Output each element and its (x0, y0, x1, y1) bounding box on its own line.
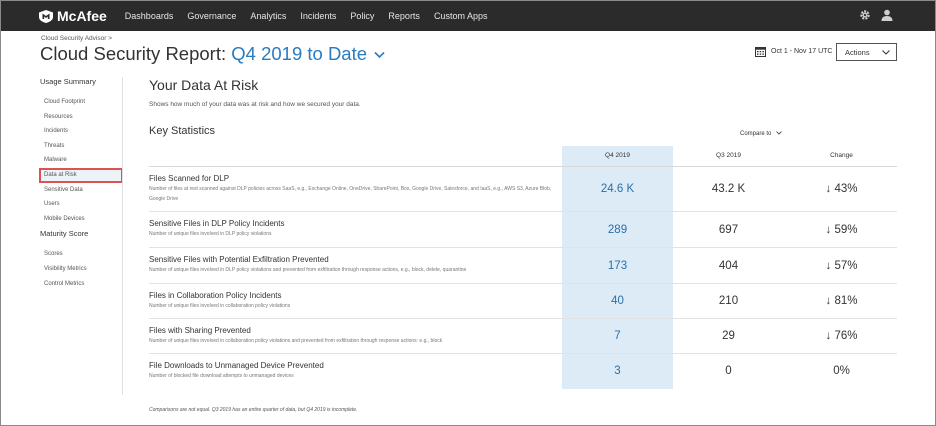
q4-value: 3 (614, 365, 621, 377)
column-header-q3: Q3 2019 (716, 152, 741, 159)
q4-value: 289 (607, 224, 628, 236)
sidebar-item-threats[interactable]: Threats (40, 139, 122, 154)
q3-value: 210 (718, 295, 739, 307)
compare-to-label: Compare to (740, 131, 772, 137)
sidebar-item-malware[interactable]: Malware (40, 153, 122, 168)
app-window: McAfee Dashboards Governance Analytics I… (0, 0, 936, 426)
sidebar-divider (122, 77, 123, 395)
table-row: Files Scanned for DLP Number of files at… (149, 168, 897, 212)
row-title: Sensitive Files in DLP Policy Incidents (149, 219, 285, 228)
nav-dashboards[interactable]: Dashboards (125, 11, 174, 21)
compare-to-dropdown[interactable]: Compare to (740, 131, 782, 137)
row-description: Number of unique files involved in DLP p… (149, 231, 272, 237)
top-nav-bar: McAfee Dashboards Governance Analytics I… (1, 1, 935, 31)
top-icons (859, 9, 893, 21)
nav-policy[interactable]: Policy (350, 11, 374, 21)
change-value: ↓ 81% (825, 295, 858, 307)
change-value: 0% (833, 365, 850, 377)
q3-value: 29 (722, 330, 735, 342)
sidebar-section-maturity-score: Maturity Score (40, 229, 89, 239)
chevron-down-icon (882, 49, 890, 55)
column-header-change: Change (830, 152, 853, 159)
date-range-text: Oct 1 - Nov 17 UTC (771, 48, 833, 55)
q3-value: 404 (718, 260, 739, 272)
q3-value: 0 (725, 365, 732, 377)
table-row: Sensitive Files in DLP Policy Incidents … (149, 212, 897, 248)
row-description: Number of blocked file download attempts… (149, 373, 294, 379)
sidebar-item-data-at-risk[interactable]: Data at Risk (39, 167, 123, 183)
table-header: Q4 2019 Q3 2019 Change (149, 146, 897, 167)
footnote: Comparisons are not equal. Q3 2019 has a… (149, 407, 358, 413)
nav-reports[interactable]: Reports (388, 11, 420, 21)
main-nav: Dashboards Governance Analytics Incident… (125, 11, 502, 21)
nav-custom-apps[interactable]: Custom Apps (434, 11, 488, 21)
chevron-down-icon (374, 52, 385, 59)
column-header-q4: Q4 2019 (605, 152, 630, 159)
key-statistics-heading: Key Statistics (149, 125, 216, 137)
table-row: File Downloads to Unmanaged Device Preve… (149, 354, 897, 389)
table-row: Files with Sharing Prevented Number of u… (149, 319, 897, 354)
row-title: Files Scanned for DLP (149, 174, 230, 183)
sidebar-item-users[interactable]: Users (40, 197, 122, 212)
q3-value: 697 (718, 224, 739, 236)
q4-value: 40 (611, 295, 624, 307)
sidebar-item-visibility-metrics[interactable]: Visibility Metrics (40, 262, 122, 277)
nav-analytics[interactable]: Analytics (250, 11, 286, 21)
change-value: ↓ 76% (825, 330, 858, 342)
q4-value: 173 (607, 260, 628, 272)
sidebar-item-resources[interactable]: Resources (40, 110, 122, 125)
sidebar-item-incidents[interactable]: Incidents (40, 124, 122, 139)
page-title-text: Cloud Security Report: (40, 43, 227, 64)
row-description: Number of unique files involved in colla… (149, 338, 443, 344)
gear-icon[interactable] (859, 9, 871, 21)
q4-value: 7 (614, 330, 621, 342)
calendar-icon (755, 47, 766, 57)
period-dropdown[interactable]: Q4 2019 to Date (231, 43, 385, 64)
sidebar-section-usage-summary: Usage Summary (40, 77, 96, 86)
sidebar-item-sensitive-data[interactable]: Sensitive Data (40, 183, 122, 198)
actions-label: Actions (845, 47, 870, 57)
q3-value: 43.2 K (711, 183, 746, 195)
sidebar-item-cloud-footprint[interactable]: Cloud Footprint (40, 95, 122, 110)
nav-governance[interactable]: Governance (187, 11, 236, 21)
change-value: ↓ 43% (825, 183, 858, 195)
row-description: Number of unique files involved in DLP p… (149, 267, 467, 273)
q4-value: 24.6 K (600, 183, 635, 195)
section-subtitle: Shows how much of your data was at risk … (149, 101, 361, 108)
page-title: Cloud Security Report: Q4 2019 to Date (40, 43, 385, 65)
row-title: Sensitive Files with Potential Exfiltrat… (149, 255, 329, 264)
sidebar-item-scores[interactable]: Scores (40, 247, 122, 262)
change-value: ↓ 59% (825, 224, 858, 236)
table-row: Files in Collaboration Policy Incidents … (149, 284, 897, 319)
sidebar: Usage Summary Cloud Footprint Resources … (39, 77, 123, 292)
mcafee-logo[interactable]: McAfee (39, 8, 107, 24)
row-title: Files with Sharing Prevented (149, 326, 251, 335)
user-icon[interactable] (881, 9, 893, 21)
brand-name: McAfee (57, 8, 107, 24)
row-description: Number of unique files involved in colla… (149, 303, 291, 309)
sidebar-item-mobile-devices[interactable]: Mobile Devices (40, 212, 122, 227)
breadcrumb[interactable]: Cloud Security Advisor > (41, 35, 112, 42)
row-title: Files in Collaboration Policy Incidents (149, 291, 282, 300)
row-title: File Downloads to Unmanaged Device Preve… (149, 361, 324, 370)
chevron-down-icon (776, 131, 782, 135)
nav-incidents[interactable]: Incidents (300, 11, 336, 21)
period-label: Q4 2019 to Date (231, 43, 368, 64)
date-range[interactable]: Oct 1 - Nov 17 UTC (755, 46, 832, 57)
change-value: ↓ 57% (825, 260, 858, 272)
mcafee-shield-icon (39, 9, 53, 23)
actions-button[interactable]: Actions (836, 43, 897, 61)
row-description: Number of files at rest scanned against … (149, 186, 552, 202)
section-title: Your Data At Risk (149, 77, 259, 93)
sidebar-item-control-metrics[interactable]: Control Metrics (40, 277, 122, 292)
table-row: Sensitive Files with Potential Exfiltrat… (149, 248, 897, 284)
